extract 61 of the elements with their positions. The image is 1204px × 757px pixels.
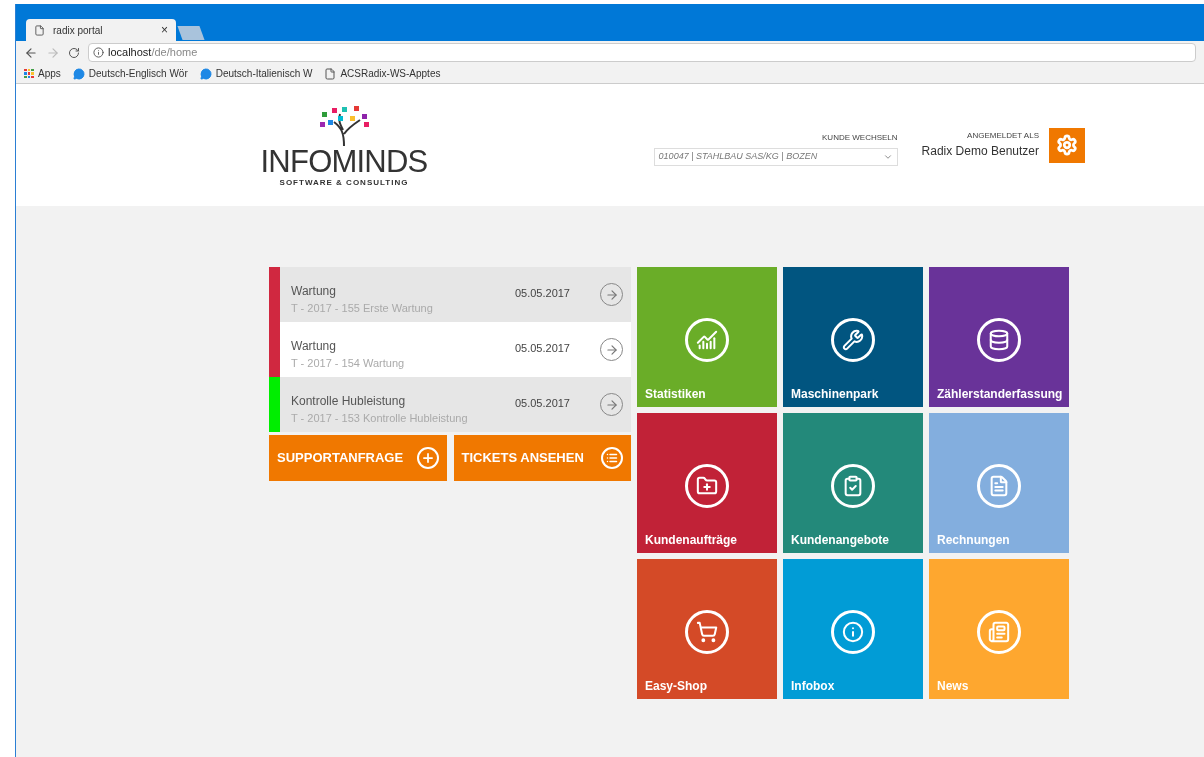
ticket-row[interactable]: Wartung T - 2017 - 155 Erste Wartung 05.05.2017 xyxy=(269,267,631,322)
bookmark-link[interactable]: Deutsch-Italienisch W xyxy=(215,66,313,81)
app-tile[interactable]: Kundenaufträge xyxy=(637,413,777,553)
bookmark-link[interactable]: Apps xyxy=(38,66,61,81)
bookmark-link[interactable]: Deutsch-Englisch Wör xyxy=(88,66,188,81)
settings-button[interactable] xyxy=(1049,127,1085,163)
settings-icon xyxy=(1056,134,1078,156)
cart-icon xyxy=(685,610,729,654)
ticket-row[interactable]: Wartung T - 2017 - 154 Wartung 05.05.2017 xyxy=(269,322,631,377)
ticket-title: Wartung xyxy=(291,338,337,355)
tile-label: Zählerstanderfassung xyxy=(937,386,1063,403)
tab-close-button[interactable]: × xyxy=(161,21,168,39)
user-name: Radix Demo Benutzer xyxy=(921,143,1039,160)
app-tile[interactable]: Kundenangebote xyxy=(783,413,923,553)
tile-label: Statistiken xyxy=(645,386,706,403)
dropdown-caret-icon xyxy=(882,152,893,162)
bookmark-link[interactable]: ACSRadix-WS-Apptes xyxy=(340,66,441,81)
speech-bubble-icon xyxy=(199,67,212,80)
ticket-number: T - 2017 - 153 Kontrolle Hubleistung xyxy=(291,411,469,426)
tile-label: Kundenaufträge xyxy=(645,532,737,549)
customer-select[interactable]: 010047 | STAHLBAU SAS/KG | BOZEN xyxy=(653,148,898,166)
new-tab-button[interactable] xyxy=(177,26,205,40)
ticket-date: 05.05.2017 xyxy=(514,341,570,356)
ticket-number: T - 2017 - 154 Wartung xyxy=(291,356,406,371)
tile-label: Rechnungen xyxy=(937,532,1010,549)
clipboard-check-icon xyxy=(831,464,875,508)
page-icon xyxy=(324,67,337,80)
folder-plus-icon xyxy=(685,464,729,508)
info-icon xyxy=(831,610,875,654)
logo-tagline: SOFTWARE & CONSULTING xyxy=(279,176,409,189)
speech-bubble-icon xyxy=(72,67,85,80)
ticket-date: 05.05.2017 xyxy=(514,396,570,411)
tile-label: News xyxy=(937,678,969,695)
ticket-number: T - 2017 - 155 Erste Wartung xyxy=(291,301,434,316)
logo-wordmark: INFOMINDS xyxy=(260,145,428,177)
ticket-title: Kontrolle Hubleistung xyxy=(291,393,407,410)
info-icon xyxy=(93,47,104,58)
app-tile[interactable]: Zählerstanderfassung xyxy=(929,267,1069,407)
back-icon[interactable] xyxy=(24,45,38,60)
ticket-title: Wartung xyxy=(291,283,337,300)
forward-icon[interactable] xyxy=(46,45,60,60)
tile-label: Maschinenpark xyxy=(791,386,879,403)
tile-label: Kundenangebote xyxy=(791,532,889,549)
customer-switch-label: KUNDE WECHSELN xyxy=(822,132,898,144)
page-icon xyxy=(34,24,45,36)
reload-icon[interactable] xyxy=(68,46,80,59)
logged-in-label: ANGEMELDET ALS xyxy=(967,130,1039,142)
newspaper-icon xyxy=(977,610,1021,654)
address-bar[interactable]: localhost/de/home xyxy=(88,43,1196,62)
ticket-date: 05.05.2017 xyxy=(514,286,570,301)
wrench-icon xyxy=(831,318,875,362)
tile-label: Infobox xyxy=(791,678,835,695)
browser-tab[interactable]: radix portal × xyxy=(26,19,176,41)
document-icon xyxy=(977,464,1021,508)
app-tile[interactable]: Maschinenpark xyxy=(783,267,923,407)
database-icon xyxy=(977,318,1021,362)
app-tile[interactable]: Easy-Shop xyxy=(637,559,777,699)
ticket-row[interactable]: Kontrolle Hubleistung T - 2017 - 153 Kontrolle Hubleistung 05.05.2017 xyxy=(269,377,631,432)
apps-grid-icon xyxy=(24,68,34,79)
chart-icon xyxy=(685,318,729,362)
tile-label: Easy-Shop xyxy=(645,678,707,695)
